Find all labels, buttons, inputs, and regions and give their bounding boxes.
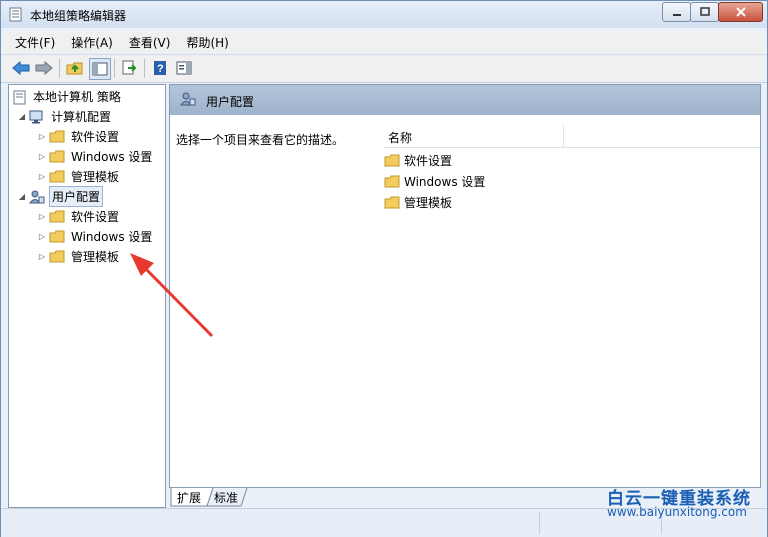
list-item[interactable]: 管理模板 [384, 192, 452, 212]
tree-label: Windows 设置 [71, 149, 153, 164]
tree-item-user-software[interactable]: ▷ 软件设置 [37, 207, 121, 225]
show-hide-tree-button[interactable] [89, 58, 111, 80]
editor-window: 本地组策略编辑器 文件(F) 操作(A) 查看(V) 帮助(H) ? 本地计算机… [0, 0, 768, 537]
tree-label: 用户配置 [49, 185, 104, 207]
back-arrow-icon [12, 61, 30, 75]
expanded-triangle-icon[interactable]: ◢ [17, 192, 27, 201]
console-tree-icon [92, 62, 108, 76]
export-list-button[interactable] [119, 58, 139, 78]
maximize-button[interactable] [690, 2, 719, 22]
svg-text:?: ? [157, 63, 164, 75]
maximize-icon [699, 7, 710, 16]
console-tree: 本地计算机 策略 ◢ 计算机配置 ▷ 软件设置 ▷ Windows 设置 ▷ 管… [8, 84, 166, 508]
expanded-triangle-icon[interactable]: ◢ [17, 112, 27, 121]
details-header: 用户配置 [170, 85, 760, 115]
collapsed-triangle-icon[interactable]: ▷ [37, 152, 47, 161]
forward-arrow-icon [35, 61, 53, 75]
toolbar: ? [1, 54, 767, 83]
computer-icon [29, 110, 45, 124]
folder-icon [49, 130, 65, 143]
close-button[interactable] [718, 2, 763, 22]
details-title: 用户配置 [206, 95, 255, 109]
list-item-label: 管理模板 [404, 195, 453, 210]
tree-item-computer-windows[interactable]: ▷ Windows 设置 [37, 147, 154, 165]
list-item-label: Windows 设置 [404, 174, 486, 189]
folder-icon [49, 150, 65, 163]
collapsed-triangle-icon[interactable]: ▷ [37, 132, 47, 141]
menu-action[interactable]: 操作(A) [67, 34, 117, 51]
column-name-label: 名称 [388, 131, 413, 145]
action-pane-icon [176, 61, 192, 75]
status-divider [539, 512, 540, 534]
folder-icon [49, 210, 65, 223]
collapsed-triangle-icon[interactable]: ▷ [37, 212, 47, 221]
help-button[interactable]: ? [150, 58, 170, 78]
window-title: 本地组策略编辑器 [30, 9, 127, 23]
folder-icon [49, 250, 65, 263]
collapsed-triangle-icon[interactable]: ▷ [37, 252, 47, 261]
tree-label: 软件设置 [71, 129, 120, 144]
policy-document-icon [13, 90, 27, 105]
view-tabs: 扩展 标准 [169, 488, 369, 508]
list-item-label: 软件设置 [404, 153, 453, 168]
back-button[interactable] [11, 58, 31, 78]
toolbar-separator [59, 59, 60, 78]
title-bar[interactable]: 本地组策略编辑器 [1, 1, 767, 28]
tree-item-user-admin[interactable]: ▷ 管理模板 [37, 247, 121, 265]
menu-file[interactable]: 文件(F) [11, 34, 59, 51]
action-pane-button[interactable] [174, 58, 194, 78]
help-icon: ? [154, 61, 166, 75]
column-divider[interactable] [563, 125, 564, 147]
tree-label: 计算机配置 [51, 109, 112, 124]
column-header[interactable]: 名称 [383, 125, 760, 148]
collapsed-triangle-icon[interactable]: ▷ [37, 172, 47, 181]
user-icon [180, 91, 196, 110]
up-level-button[interactable] [65, 58, 85, 78]
policy-editor-icon [9, 7, 23, 22]
watermark-url: www.baiyunxitong.com [607, 505, 747, 519]
menu-help[interactable]: 帮助(H) [182, 34, 232, 51]
tab-extended[interactable]: 扩展 [177, 488, 201, 506]
folder-up-icon [66, 62, 83, 75]
tree-label: 软件设置 [71, 209, 120, 224]
minimize-icon [672, 14, 681, 16]
folder-icon [49, 170, 65, 183]
tree-item-user-windows[interactable]: ▷ Windows 设置 [37, 227, 154, 245]
list-item[interactable]: Windows 设置 [384, 171, 485, 191]
folder-icon [49, 230, 65, 243]
collapsed-triangle-icon[interactable]: ▷ [37, 232, 47, 241]
description-text: 选择一个项目来查看它的描述。 [176, 133, 345, 147]
details-pane: 用户配置 选择一个项目来查看它的描述。 名称 软件设置 Windows 设置 管… [169, 84, 761, 488]
tree-item-root[interactable]: 本地计算机 策略 [13, 87, 123, 105]
menu-bar: 文件(F) 操作(A) 查看(V) 帮助(H) [1, 31, 767, 53]
folder-icon [384, 154, 400, 167]
tree-label: Windows 设置 [71, 229, 153, 244]
window-controls [662, 2, 763, 22]
tree-item-user-config[interactable]: ◢ 用户配置 [17, 185, 104, 207]
tree-item-computer-config[interactable]: ◢ 计算机配置 [17, 107, 113, 125]
tree-item-computer-software[interactable]: ▷ 软件设置 [37, 127, 121, 145]
forward-button[interactable] [34, 58, 54, 78]
list-item[interactable]: 软件设置 [384, 150, 452, 170]
folder-icon [384, 175, 400, 188]
user-icon [29, 190, 45, 204]
toolbar-separator [144, 59, 145, 78]
export-icon [122, 60, 137, 75]
tree-label: 管理模板 [71, 249, 120, 264]
tree-label: 管理模板 [71, 169, 120, 184]
minimize-button[interactable] [662, 2, 691, 22]
menu-view[interactable]: 查看(V) [125, 34, 175, 51]
tree-item-computer-admin[interactable]: ▷ 管理模板 [37, 167, 121, 185]
tree-label: 本地计算机 策略 [33, 89, 121, 104]
close-icon [735, 7, 746, 17]
folder-icon [384, 196, 400, 209]
tab-standard[interactable]: 标准 [214, 488, 238, 506]
toolbar-separator [114, 59, 115, 78]
